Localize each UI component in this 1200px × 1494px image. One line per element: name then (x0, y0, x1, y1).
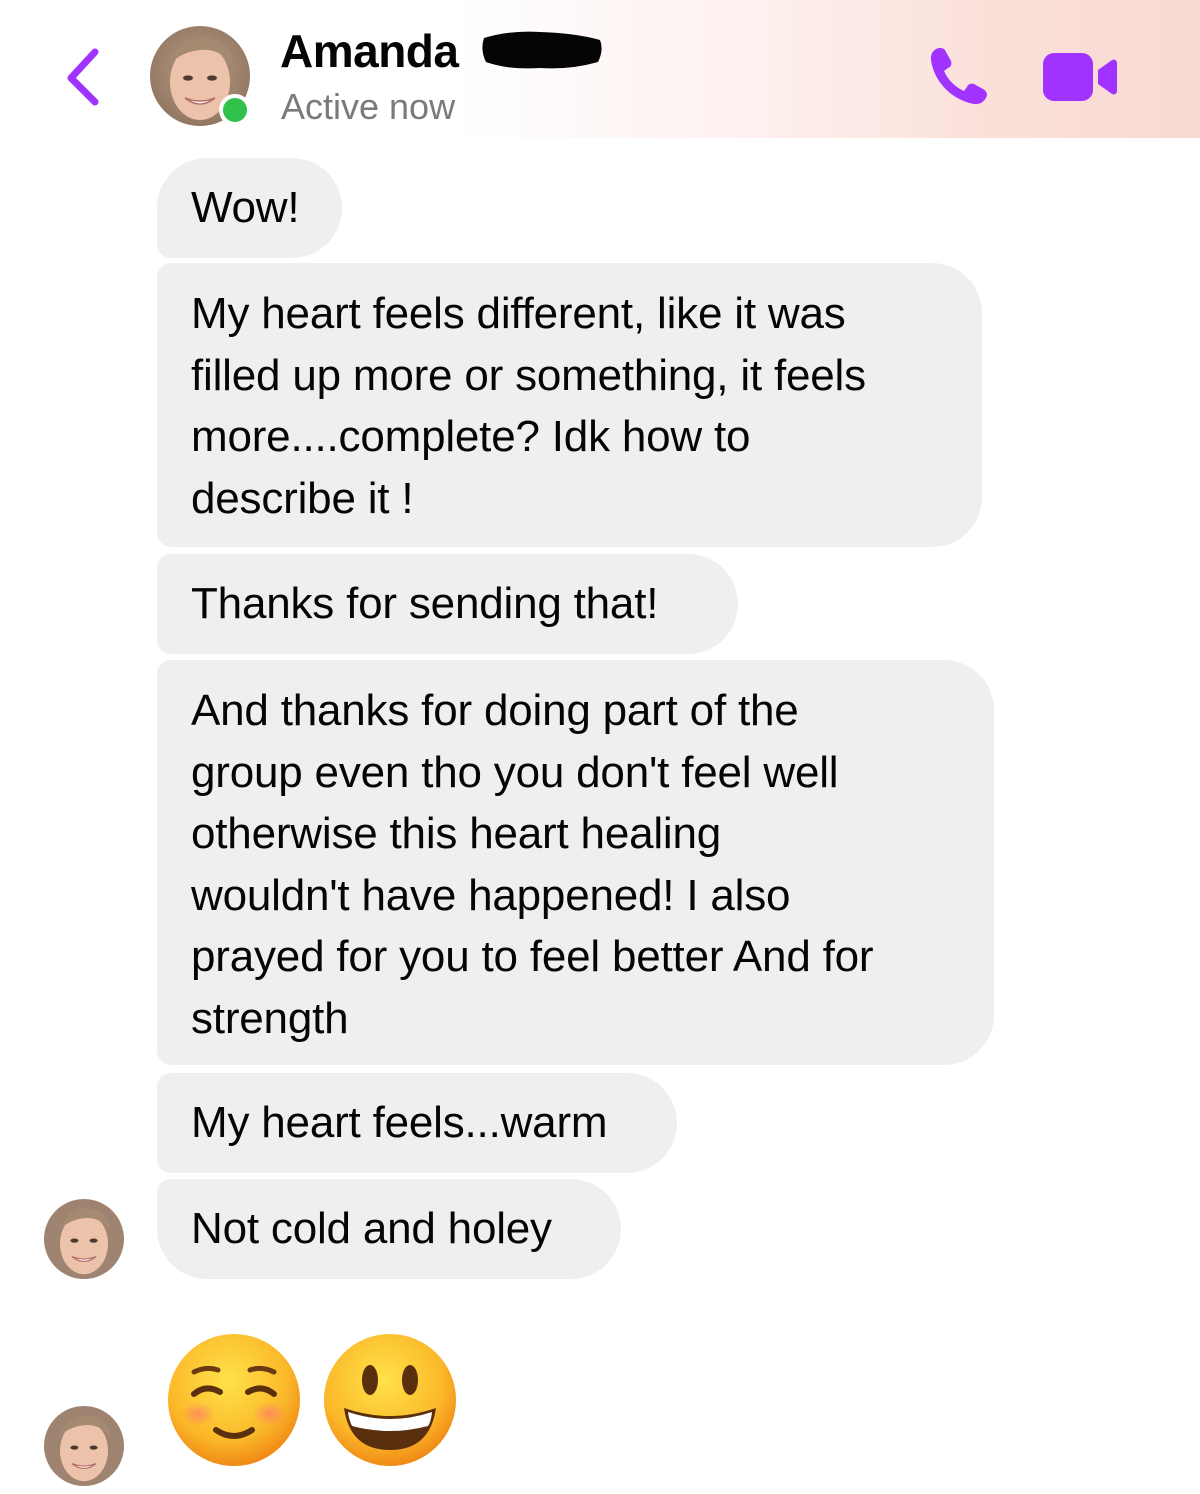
back-button[interactable] (55, 40, 111, 112)
phone-icon (930, 48, 987, 105)
sender-avatar[interactable] (44, 1406, 124, 1486)
sender-avatar[interactable] (44, 1199, 124, 1279)
video-call-button[interactable] (1040, 50, 1120, 104)
contact-name[interactable]: Amanda (280, 24, 459, 78)
redacted-surname-mark (482, 31, 602, 69)
active-status-indicator (219, 94, 251, 126)
active-status-text: Active now (281, 86, 456, 127)
received-message-bubble[interactable]: Thanks for sending that! (157, 554, 738, 654)
received-message-bubble[interactable]: Not cold and holey (157, 1179, 621, 1279)
received-message-bubble[interactable]: My heart feels...warm (157, 1073, 677, 1173)
grinning-face-emoji[interactable] (322, 1332, 458, 1468)
video-camera-icon (1043, 53, 1117, 101)
received-message-bubble[interactable]: My heart feels different, like it was fi… (157, 263, 982, 547)
audio-call-button[interactable] (926, 44, 992, 108)
contact-avatar[interactable] (150, 26, 251, 126)
received-message-bubble[interactable]: And thanks for doing part of the group e… (157, 660, 994, 1065)
chevron-left-icon (67, 48, 99, 106)
smiling-face-with-closed-eyes-emoji[interactable] (166, 1332, 302, 1468)
received-message-bubble[interactable]: Wow! (157, 158, 342, 258)
conversation-header: Amanda Active now (0, 0, 1200, 138)
